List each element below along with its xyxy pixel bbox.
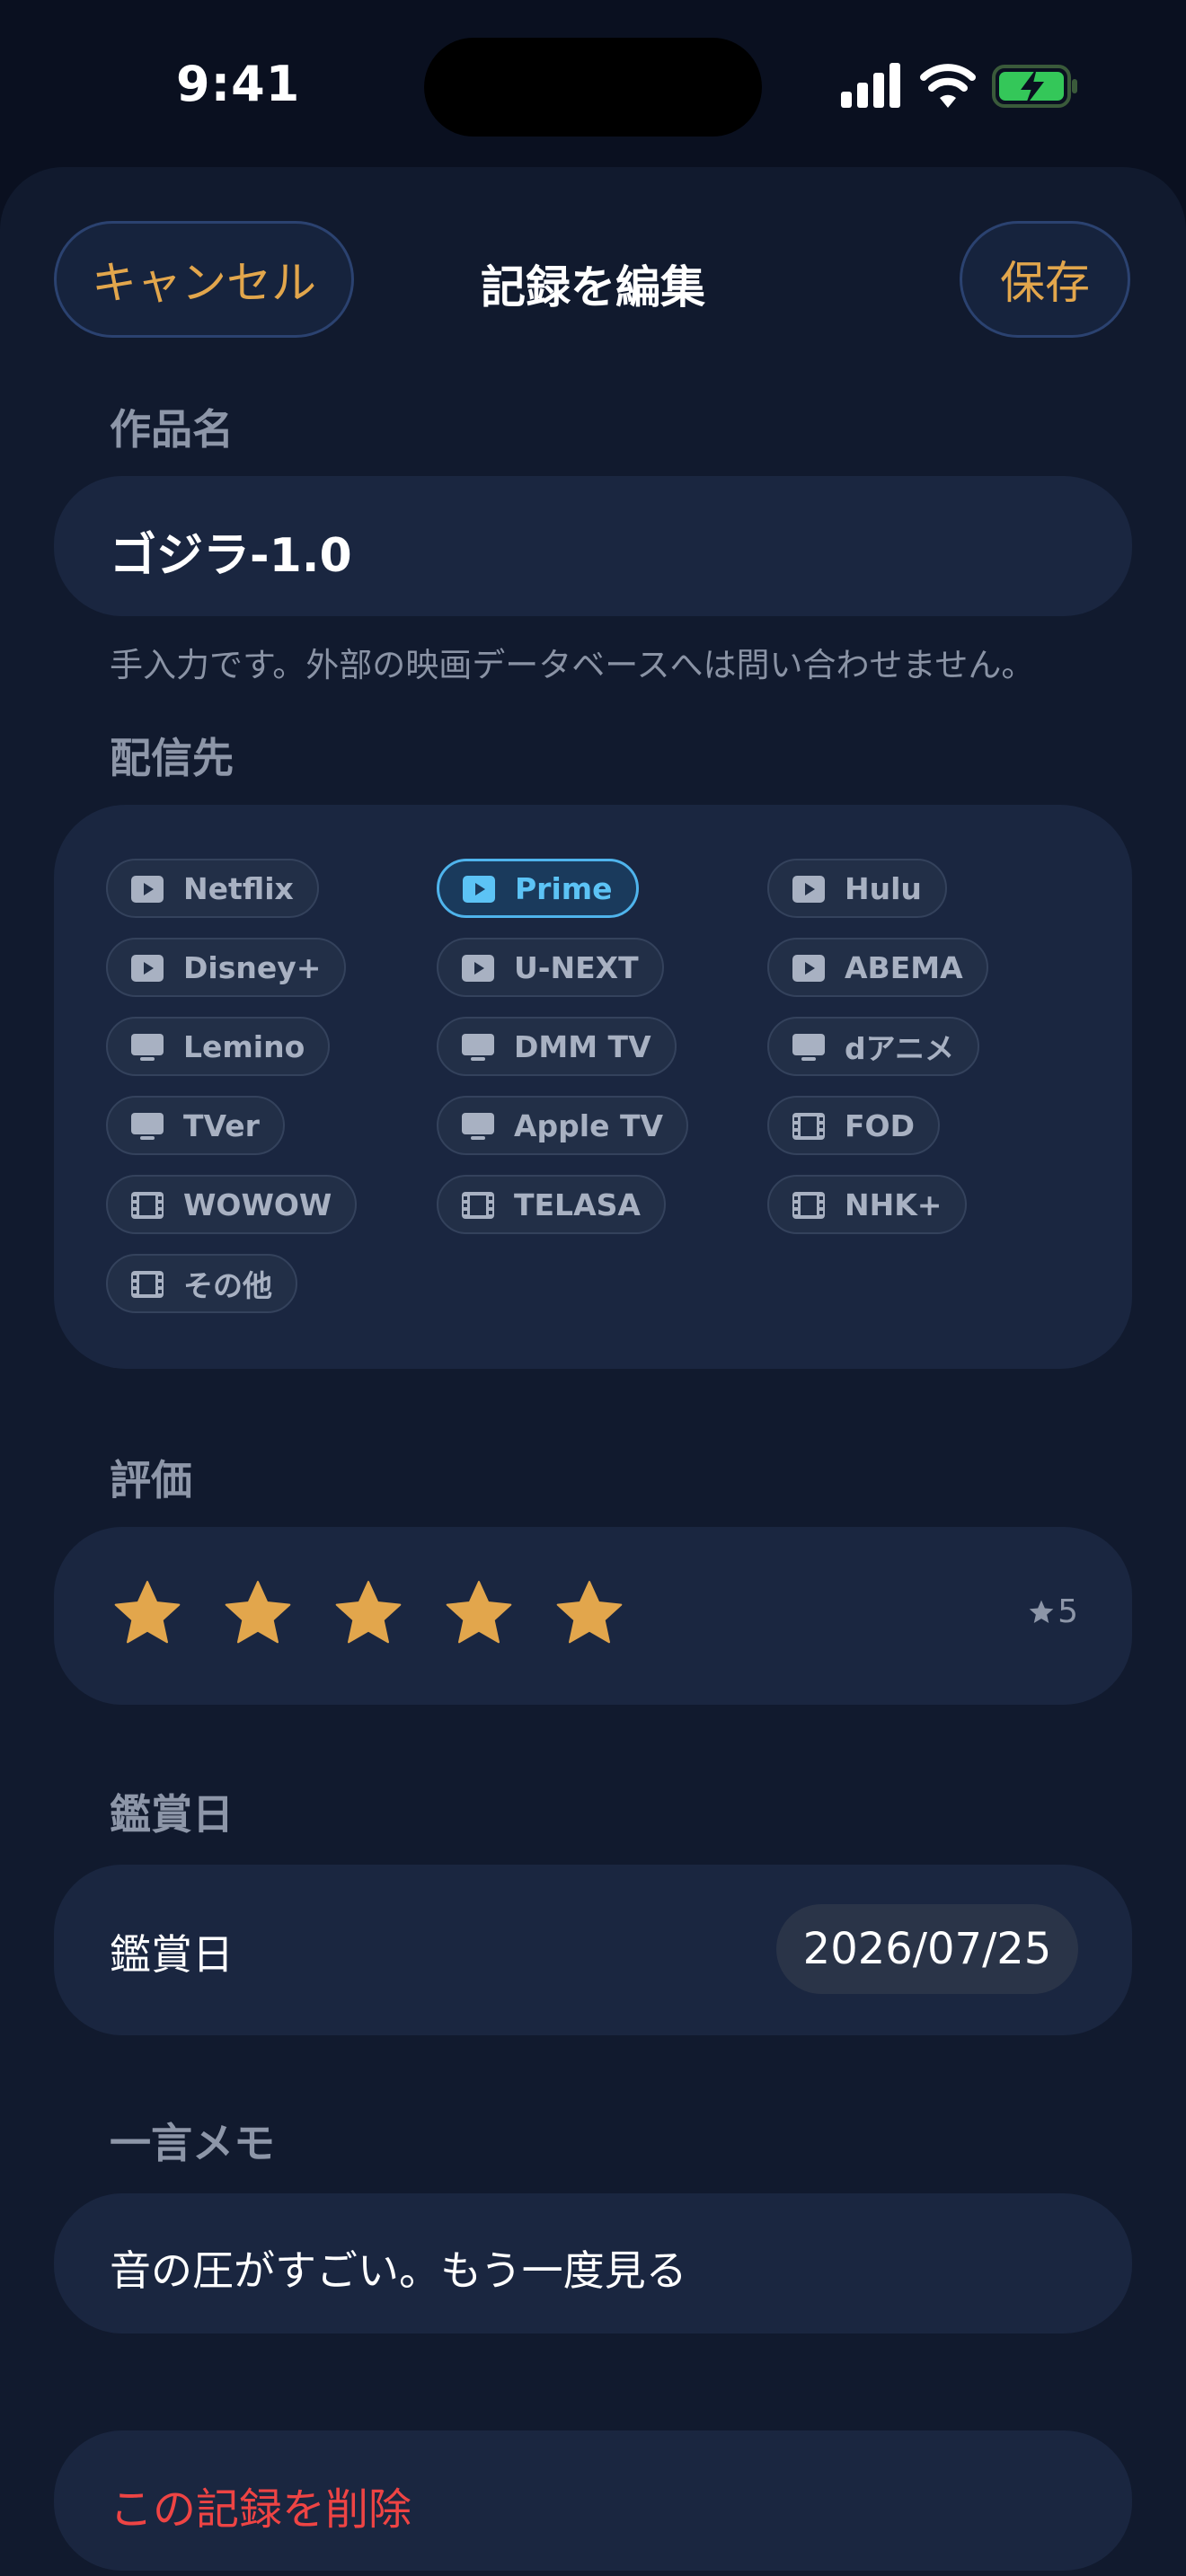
memo-field[interactable]: 音の圧がすごい。もう一度見る bbox=[54, 2193, 1132, 2333]
service-chip[interactable]: ABEMA bbox=[767, 938, 988, 997]
service-chip[interactable]: DMM TV bbox=[437, 1017, 677, 1076]
film-icon bbox=[792, 1191, 825, 1219]
play-icon bbox=[792, 954, 825, 982]
service-chip-label: Apple TV bbox=[514, 1107, 664, 1143]
service-picker: Netflix Prime Hulu Disney+ U-NEXT ABEMA Lemino… bbox=[54, 805, 1132, 1369]
service-chip[interactable]: dアニメ bbox=[767, 1017, 979, 1076]
service-chip-label: Hulu bbox=[845, 870, 922, 906]
service-chip-label: ABEMA bbox=[845, 949, 963, 985]
rating-star-3[interactable] bbox=[331, 1577, 406, 1649]
rating-star-1[interactable] bbox=[110, 1577, 185, 1649]
service-chip-label: Prime bbox=[515, 870, 613, 906]
film-icon bbox=[131, 1270, 164, 1298]
rating-value-text: 5 bbox=[1058, 1593, 1078, 1630]
service-chip[interactable]: FOD bbox=[767, 1096, 940, 1155]
section-label-date: 鑑賞日 bbox=[110, 1790, 234, 1839]
film-icon bbox=[462, 1191, 494, 1219]
rating-star-2[interactable] bbox=[220, 1577, 296, 1649]
service-chip[interactable]: Disney+ bbox=[106, 938, 347, 997]
date-picker-button[interactable]: 2026/07/25 bbox=[776, 1904, 1078, 1994]
rating-star-4[interactable] bbox=[441, 1577, 517, 1649]
section-label-rating: 評価 bbox=[110, 1456, 192, 1504]
tv-icon bbox=[131, 1112, 164, 1140]
tv-icon bbox=[462, 1033, 494, 1061]
rating-value: 5 bbox=[1027, 1593, 1078, 1630]
service-chip[interactable]: Hulu bbox=[767, 859, 947, 918]
service-chip-label: Lemino bbox=[183, 1028, 305, 1064]
rating-star-5[interactable] bbox=[552, 1577, 627, 1649]
tv-icon bbox=[131, 1033, 164, 1061]
film-icon bbox=[131, 1191, 164, 1219]
cancel-button[interactable]: キャンセル bbox=[54, 221, 354, 338]
service-chip-label: TVer bbox=[183, 1107, 260, 1143]
section-label-memo: 一言メモ bbox=[110, 2119, 275, 2167]
service-chip-label: dアニメ bbox=[845, 1031, 954, 1066]
save-button[interactable]: 保存 bbox=[960, 221, 1130, 338]
service-chip[interactable]: TELASA bbox=[437, 1175, 666, 1234]
service-chip[interactable]: Apple TV bbox=[437, 1096, 689, 1155]
film-icon bbox=[792, 1112, 825, 1140]
dynamic-island bbox=[424, 38, 762, 137]
service-chip[interactable]: Netflix bbox=[106, 859, 319, 918]
title-hint: 手入力です。外部の映画データベースへは問い合わせません。 bbox=[110, 646, 1035, 684]
screen: 9:41 キャンセル 記録を編集 保存 作品名 ゴジラ-1.0 手入力です。外部… bbox=[0, 0, 1186, 2576]
service-chip[interactable]: Lemino bbox=[106, 1017, 331, 1076]
service-chip[interactable]: WOWOW bbox=[106, 1175, 358, 1234]
delete-record-button[interactable]: この記録を削除 bbox=[54, 2430, 1132, 2571]
service-chip-label: U-NEXT bbox=[514, 949, 639, 985]
play-icon bbox=[131, 954, 164, 982]
page-title: 記録を編集 bbox=[481, 261, 705, 313]
battery-charging-icon bbox=[992, 65, 1077, 108]
section-label-title: 作品名 bbox=[110, 405, 234, 454]
service-chip[interactable]: TVer bbox=[106, 1096, 285, 1155]
service-chip-label: FOD bbox=[845, 1107, 915, 1143]
service-chip-label: その他 bbox=[183, 1268, 272, 1303]
date-row-label: 鑑賞日 bbox=[110, 1930, 234, 1979]
status-time: 9:41 bbox=[176, 56, 301, 112]
memo-input-value: 音の圧がすごい。もう一度見る bbox=[110, 2246, 687, 2295]
wifi-icon bbox=[920, 64, 976, 108]
star-small-icon bbox=[1029, 1600, 1054, 1623]
play-icon bbox=[131, 875, 164, 903]
play-icon bbox=[792, 875, 825, 903]
service-chip-label: Netflix bbox=[183, 870, 294, 906]
delete-record-label: この記録を削除 bbox=[110, 2484, 412, 2535]
service-chip-label: TELASA bbox=[514, 1187, 641, 1222]
service-chip-label: NHK+ bbox=[845, 1187, 943, 1222]
tv-icon bbox=[462, 1112, 494, 1140]
play-icon bbox=[463, 875, 495, 903]
tv-icon bbox=[792, 1033, 825, 1061]
play-icon bbox=[462, 954, 494, 982]
service-chip-label: Disney+ bbox=[183, 949, 322, 985]
service-chip[interactable]: その他 bbox=[106, 1254, 297, 1313]
rating-card: 5 bbox=[54, 1527, 1132, 1705]
title-field[interactable]: ゴジラ-1.0 bbox=[54, 476, 1132, 616]
service-chip-label: DMM TV bbox=[514, 1028, 651, 1064]
cellular-signal-icon bbox=[841, 63, 900, 108]
service-chip[interactable]: U-NEXT bbox=[437, 938, 664, 997]
title-input-value: ゴジラ-1.0 bbox=[110, 529, 352, 583]
section-label-services: 配信先 bbox=[110, 734, 234, 782]
service-chip[interactable]: NHK+ bbox=[767, 1175, 968, 1234]
date-row: 鑑賞日 2026/07/25 bbox=[54, 1865, 1132, 2035]
service-chip[interactable]: Prime bbox=[437, 859, 639, 918]
service-chip-label: WOWOW bbox=[183, 1187, 332, 1222]
